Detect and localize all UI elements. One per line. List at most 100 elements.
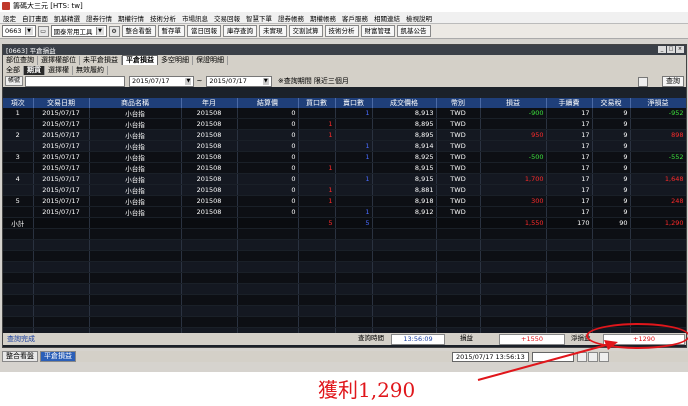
toolbar-button[interactable]: 庫存查詢 xyxy=(223,25,258,37)
menu-item[interactable]: 市場訊息 xyxy=(182,13,208,23)
empty-cell xyxy=(592,272,631,284)
empty-cell xyxy=(436,305,481,317)
menu-item[interactable]: 期權帳務 xyxy=(310,13,336,23)
toolbar-button[interactable]: 交割試算 xyxy=(288,25,323,37)
empty-cell xyxy=(335,272,373,284)
column-header[interactable]: 年月 xyxy=(181,98,238,108)
close-icon[interactable]: × xyxy=(676,46,684,53)
toolbar-button[interactable]: 技術分析 xyxy=(324,25,359,37)
empty-cell xyxy=(630,305,686,317)
empty-cell xyxy=(3,294,34,306)
column-header[interactable]: 淨損益 xyxy=(630,98,686,108)
column-header[interactable]: 手續費 xyxy=(546,98,593,108)
tab[interactable]: 保證明細 xyxy=(193,56,228,65)
table-row[interactable]: 2015/07/17 小台指 201508 0 1 8,895 TWD 17 9 xyxy=(3,118,686,130)
menu-item[interactable]: 自訂畫面 xyxy=(22,13,48,23)
subtotal-empty xyxy=(237,217,299,229)
tab[interactable]: 選擇權部位 xyxy=(38,56,80,65)
tab[interactable]: 未平倉損益 xyxy=(80,56,122,65)
date-from-picker[interactable]: 2015/07/17 ▼ xyxy=(129,75,195,87)
column-header[interactable]: 項次 xyxy=(3,98,34,108)
menu-item[interactable]: 智慧下單 xyxy=(246,13,272,23)
date-to-picker[interactable]: 2015/07/17 ▼ xyxy=(206,75,272,87)
column-header[interactable]: 結算價 xyxy=(237,98,299,108)
account-input[interactable] xyxy=(25,75,126,87)
menu-item[interactable]: 技術分析 xyxy=(150,13,176,23)
cell-settle: 0 xyxy=(237,195,299,207)
gear-icon[interactable]: ⚙ xyxy=(108,25,120,37)
cell-price: 8,915 xyxy=(372,162,437,174)
table-row[interactable]: 4 2015/07/17 小台指 201508 0 1 8,915 TWD 1,700 17 9 1,… xyxy=(3,173,686,185)
empty-cell xyxy=(3,272,34,284)
column-header[interactable]: 損益 xyxy=(480,98,547,108)
minimize-icon[interactable]: _ xyxy=(658,46,666,53)
empty-cell xyxy=(592,283,631,295)
date-to-value: 2015/07/17 xyxy=(209,77,247,85)
code-combo[interactable]: 0663 ▼ xyxy=(2,25,36,37)
maximize-icon[interactable]: □ xyxy=(667,46,675,53)
table-row[interactable]: 2015/07/17 小台指 201508 0 1 8,881 TWD 17 9 xyxy=(3,184,686,196)
cell-buy: 1 xyxy=(298,184,336,196)
taskbar-item[interactable]: 整合看盤 xyxy=(2,351,38,362)
column-header[interactable]: 賣口數 xyxy=(335,98,373,108)
cell-ym: 201508 xyxy=(181,129,238,141)
toolbar-button[interactable]: 暫存單 xyxy=(157,25,186,37)
tab[interactable]: 平倉損益 xyxy=(122,55,158,65)
subtotal-empty xyxy=(33,217,90,229)
subtotal-label: 小計 xyxy=(3,217,34,229)
column-header[interactable]: 幣別 xyxy=(436,98,481,108)
subtab[interactable]: 期貨 xyxy=(24,66,45,75)
table-row[interactable]: 2 2015/07/17 小台指 201508 0 1 8,895 TWD 950 17 9 898 xyxy=(3,129,686,141)
tools-combo[interactable]: 國泰常用工具 ▼ xyxy=(50,25,107,37)
toolbar-button[interactable]: 整合看盤 xyxy=(121,25,156,37)
chevron-down-icon[interactable]: ▼ xyxy=(262,77,269,85)
subtab[interactable]: 選擇權 xyxy=(45,66,73,75)
cell-net xyxy=(630,206,686,218)
column-header[interactable]: 買口數 xyxy=(298,98,336,108)
empty-cell xyxy=(298,283,336,295)
menu-item[interactable]: 凱基精選 xyxy=(54,13,80,23)
table-row[interactable]: 1 2015/07/17 小台指 201508 0 1 8,913 TWD -900 17 9 -95… xyxy=(3,108,686,119)
empty-row xyxy=(3,272,686,284)
chevron-down-icon[interactable]: ▼ xyxy=(95,27,104,35)
refresh-icon[interactable] xyxy=(638,77,648,87)
tab[interactable]: 部位查詢 xyxy=(3,56,38,65)
menu-item[interactable]: 設定 xyxy=(3,13,16,23)
column-header[interactable]: 交易稅 xyxy=(592,98,631,108)
table-row[interactable]: 5 2015/07/17 小台指 201508 0 1 8,918 TWD 300 17 9 248 xyxy=(3,195,686,207)
chevron-down-icon[interactable]: ▼ xyxy=(185,77,192,85)
toolbar-button[interactable]: 財富管理 xyxy=(360,25,395,37)
menu-item[interactable]: 證券帳務 xyxy=(278,13,304,23)
column-header[interactable]: 商品名稱 xyxy=(89,98,182,108)
table-row[interactable]: 2015/07/17 小台指 201508 0 1 8,914 TWD 17 9 xyxy=(3,140,686,152)
menu-item[interactable]: 檢視說明 xyxy=(406,13,432,23)
menu-item[interactable]: 相關連結 xyxy=(374,13,400,23)
empty-row xyxy=(3,228,686,240)
table-row[interactable]: 2015/07/17 小台指 201508 0 1 8,912 TWD 17 9 xyxy=(3,206,686,218)
cell-pl: 300 xyxy=(480,195,547,207)
toolbar-button[interactable]: 當日回報 xyxy=(187,25,222,37)
menu-item[interactable]: 交易回報 xyxy=(214,13,240,23)
table-row[interactable]: 2015/07/17 小台指 201508 0 1 8,915 TWD 17 9 xyxy=(3,162,686,174)
toolbar-button[interactable]: 未實現 xyxy=(259,25,287,37)
query-button[interactable]: 查詢 xyxy=(662,76,684,87)
toolbar-button[interactable]: 凱基公告 xyxy=(396,25,431,37)
menu-item[interactable]: 期權行情 xyxy=(118,13,144,23)
empty-cell xyxy=(546,250,593,262)
chevron-down-icon[interactable]: ▼ xyxy=(24,27,33,35)
empty-cell xyxy=(181,283,238,295)
menu-item[interactable]: 證券行情 xyxy=(86,13,112,23)
taskbar-item[interactable]: 平倉損益 xyxy=(40,351,76,362)
menu-item[interactable]: 客戶服務 xyxy=(342,13,368,23)
tab[interactable]: 多空明細 xyxy=(158,56,193,65)
table-row[interactable]: 3 2015/07/17 小台指 201508 0 1 8,925 TWD -500 17 9 -55… xyxy=(3,151,686,163)
column-header[interactable]: 交易日期 xyxy=(33,98,90,108)
cell-price: 8,914 xyxy=(372,140,437,152)
column-header[interactable]: 成交價格 xyxy=(372,98,437,108)
cell-ym: 201508 xyxy=(181,173,238,185)
print-icon[interactable]: ▭ xyxy=(37,25,49,37)
subtab[interactable]: 無效履約 xyxy=(73,66,108,75)
pl-window-titlebar[interactable]: [0663] 平倉損益 _ □ × xyxy=(3,45,686,55)
cell-ym: 201508 xyxy=(181,140,238,152)
subtab[interactable]: 全部 xyxy=(3,66,24,75)
